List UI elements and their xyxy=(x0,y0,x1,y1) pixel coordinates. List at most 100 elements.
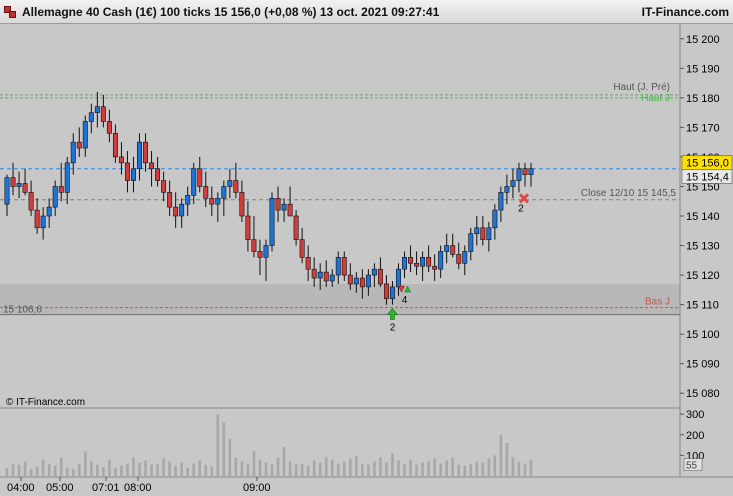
watermark: © IT-Finance.com xyxy=(6,397,85,408)
signal-label: 2 xyxy=(518,203,524,214)
volume-bar xyxy=(421,462,424,476)
volume-bar xyxy=(71,468,75,476)
volume-bar xyxy=(409,459,412,476)
volume-bar xyxy=(523,463,527,476)
volume-bar xyxy=(282,447,286,476)
price-tick-label: 15 200 xyxy=(686,34,720,46)
candle-body xyxy=(52,186,58,208)
volume-bar xyxy=(379,457,382,476)
volume-bar xyxy=(41,459,45,476)
volume-bar xyxy=(192,463,196,476)
candle-body xyxy=(408,257,414,264)
volume-tick-label: 200 xyxy=(686,430,704,442)
candle-body xyxy=(510,180,516,187)
volume-bar xyxy=(234,457,238,476)
candle-body xyxy=(191,168,197,196)
volume-bar xyxy=(306,465,310,476)
candle-body xyxy=(504,186,510,193)
volume-bar xyxy=(180,462,183,476)
volume-bar xyxy=(138,462,141,476)
volume-bar xyxy=(330,459,334,476)
candle-body xyxy=(263,245,269,258)
candle-body xyxy=(323,271,329,282)
price-tick-label: 15 080 xyxy=(686,388,720,400)
candle-body xyxy=(311,268,317,279)
volume-bar xyxy=(475,461,479,476)
volume-bar xyxy=(174,465,177,476)
volume-bar xyxy=(246,463,250,476)
candle-body xyxy=(426,257,432,267)
volume-bar xyxy=(5,467,9,476)
candle-body xyxy=(359,277,365,288)
candle-body xyxy=(390,286,395,300)
candle-body xyxy=(64,162,70,193)
candle-body xyxy=(179,203,185,217)
volume-bar xyxy=(120,465,123,476)
volume-bar xyxy=(493,455,497,476)
candle-body xyxy=(233,180,239,193)
candle-body xyxy=(396,268,401,288)
volume-tick-label: 300 xyxy=(686,409,704,421)
volume-bar xyxy=(403,463,406,476)
price-tick-label: 15 130 xyxy=(686,241,720,253)
volume-bar xyxy=(324,457,328,476)
candle-body xyxy=(40,215,46,229)
volume-bar xyxy=(529,459,533,476)
volume-bar xyxy=(156,463,159,476)
candle-body xyxy=(16,183,22,187)
candle-body xyxy=(516,168,522,181)
volume-bar xyxy=(108,459,111,476)
last-price-alt: 15 154,4 xyxy=(686,171,729,183)
volume-bar xyxy=(77,463,81,476)
candle-body xyxy=(468,233,474,252)
volume-bar xyxy=(499,434,503,476)
support-zone xyxy=(0,283,680,315)
candle-body xyxy=(167,192,173,208)
volume-bar xyxy=(397,460,400,476)
candle-body xyxy=(239,192,245,217)
candle-body xyxy=(480,227,486,240)
price-tick-label: 15 140 xyxy=(686,211,720,223)
volume-bar xyxy=(59,457,63,476)
candle-body xyxy=(377,268,383,285)
volume-bar xyxy=(361,463,364,476)
volume-bar xyxy=(144,460,147,476)
candle-body xyxy=(94,106,100,113)
candle-body xyxy=(365,274,371,288)
volume-bar xyxy=(481,462,485,476)
candle-body xyxy=(420,257,426,267)
volume-bar xyxy=(276,457,280,476)
price-tick-label: 15 110 xyxy=(686,300,719,312)
volume-bar xyxy=(505,443,509,476)
candle-body xyxy=(269,197,275,246)
volume-bar xyxy=(517,461,521,476)
volume-bar xyxy=(240,461,244,476)
volume-bar xyxy=(439,463,442,476)
candle-body xyxy=(46,206,52,217)
volume-bar xyxy=(336,463,340,476)
candle-body xyxy=(383,283,389,300)
time-tick-label: 08:00 xyxy=(124,482,152,494)
volume-bar xyxy=(511,457,515,476)
volume-bar xyxy=(264,462,268,476)
candle-body xyxy=(215,197,221,205)
volume-bar xyxy=(96,464,99,476)
candle-body xyxy=(257,251,263,258)
volume-bar xyxy=(252,451,256,476)
chart-area[interactable]: Haut (J. Pré)Haut J Close 12/10 15 145,5 B… xyxy=(0,0,733,496)
volume-bar xyxy=(186,467,189,476)
candle-body xyxy=(287,203,293,217)
candle-body xyxy=(131,168,136,181)
volume-bar xyxy=(114,467,117,476)
candle-body xyxy=(34,209,40,229)
candle-body xyxy=(197,168,203,187)
candle-body xyxy=(293,215,299,240)
candle-body xyxy=(221,186,227,199)
volume-bar xyxy=(367,464,370,476)
volume-bar xyxy=(17,464,21,476)
volume-bar xyxy=(342,461,346,476)
candle-body xyxy=(281,203,287,211)
candle-body xyxy=(450,245,456,255)
candle-body xyxy=(209,197,215,205)
volume-bar xyxy=(451,457,455,476)
